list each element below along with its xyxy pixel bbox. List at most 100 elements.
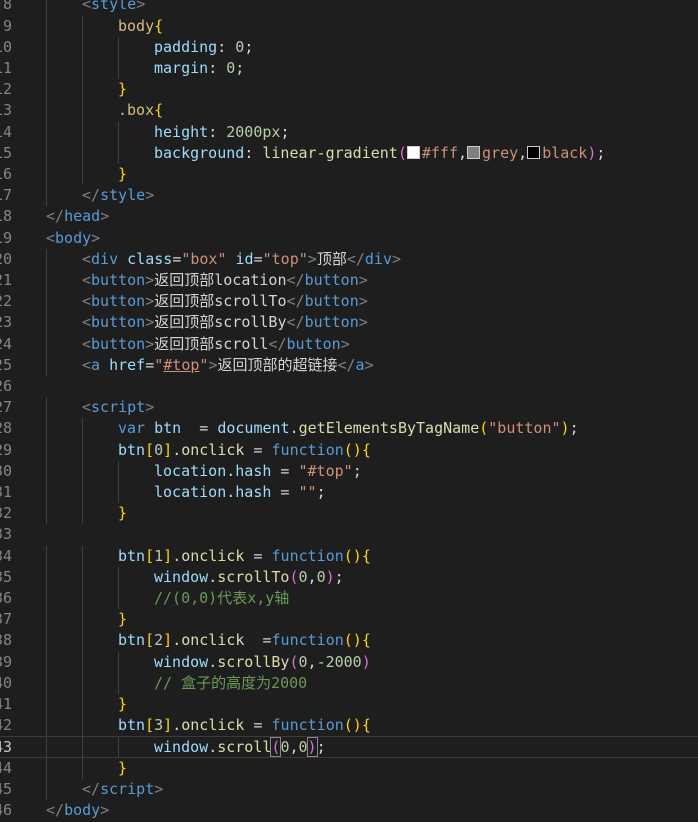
code-line[interactable]: 10 padding: 0; bbox=[0, 36, 698, 58]
code-line[interactable]: 42 btn[3].onclick = function(){ bbox=[0, 715, 698, 737]
code-line[interactable]: 45 </script> bbox=[0, 778, 698, 800]
code-token: linear-gradient bbox=[262, 143, 398, 162]
code-token: function bbox=[271, 546, 344, 565]
code-token: > bbox=[154, 779, 164, 798]
code-line[interactable]: 44} bbox=[0, 757, 698, 779]
code-token: > bbox=[145, 292, 155, 311]
indent-guide bbox=[46, 482, 47, 504]
code-token: < bbox=[82, 0, 92, 14]
code-line[interactable]: 26 bbox=[0, 376, 698, 397]
indent-guide bbox=[82, 545, 83, 567]
code-line[interactable]: 23<button>返回顶部scrollBy</button> bbox=[0, 312, 698, 334]
code-line[interactable]: 8 <style> bbox=[0, 0, 698, 16]
code-line[interactable]: 13 .box{ bbox=[0, 100, 698, 122]
code-line[interactable]: 29 btn[0].onclick = function(){ bbox=[0, 439, 698, 461]
code-line[interactable]: 25<a href="#top">返回顶部的超链接</a> bbox=[0, 354, 698, 376]
code-token: < bbox=[82, 334, 92, 353]
code-token: button bbox=[91, 334, 146, 353]
code-line[interactable]: 21<button>返回顶部location</button> bbox=[0, 270, 698, 292]
indent-guide bbox=[46, 333, 47, 355]
code-line[interactable]: 9 body{ bbox=[0, 15, 698, 37]
indent-guide bbox=[46, 757, 47, 779]
code-line[interactable]: 22<button>返回顶部scrollTo</button> bbox=[0, 291, 698, 313]
code-line[interactable]: 18 </head> bbox=[0, 206, 698, 227]
indent-guide bbox=[46, 397, 47, 419]
code-line[interactable]: 46 </body> bbox=[0, 800, 698, 821]
color-swatch-icon[interactable] bbox=[406, 145, 420, 159]
code-line[interactable]: 20<div class="box" id="top">顶部</div> bbox=[0, 248, 698, 270]
code-token: 返回顶部scrollBy bbox=[154, 313, 287, 332]
code-text: height: 2000px; bbox=[154, 122, 289, 143]
code-text: } bbox=[118, 79, 127, 100]
code-line[interactable]: 40 // 盒子的高度为2000 bbox=[0, 672, 698, 694]
code-line[interactable]: 24<button>返回顶部scroll</button> bbox=[0, 333, 698, 355]
code-text: <body> bbox=[46, 228, 100, 249]
code-line[interactable]: 12} bbox=[0, 79, 698, 101]
code-line[interactable]: 39 window.scrollBy(0,-2000) bbox=[0, 651, 698, 673]
code-line[interactable]: 11 margin: 0; bbox=[0, 58, 698, 80]
code-line[interactable]: 30 location.hash = "#top"; bbox=[0, 460, 698, 482]
code-token: id bbox=[235, 249, 254, 268]
code-line[interactable]: 34 btn[1].onclick = function(){ bbox=[0, 545, 698, 567]
code-token: 返回顶部scroll bbox=[154, 334, 269, 353]
code-token: ; bbox=[244, 37, 254, 56]
indent-guide bbox=[118, 672, 119, 694]
code-line[interactable]: 38 btn[2].onclick =function(){ bbox=[0, 630, 698, 652]
code-token: . bbox=[172, 716, 182, 735]
indent-guide bbox=[82, 164, 83, 186]
code-text: <div class="box" id="top">顶部</div> bbox=[82, 249, 401, 270]
code-line[interactable]: 28 var btn = document.getElementsByTagNam… bbox=[0, 418, 698, 440]
code-line[interactable]: 41} bbox=[0, 694, 698, 716]
indent-guide bbox=[46, 630, 47, 652]
code-line[interactable]: 37} bbox=[0, 609, 698, 631]
code-line[interactable]: 14 height: 2000px; bbox=[0, 121, 698, 143]
indent-guide bbox=[82, 58, 83, 80]
code-text: background: linear-gradient(#fff, grey, bl… bbox=[154, 143, 605, 164]
color-swatch-icon[interactable] bbox=[527, 145, 541, 159]
code-token: "#top" bbox=[298, 461, 353, 480]
code-line[interactable]: 27 <script> bbox=[0, 397, 698, 419]
code-token: location bbox=[154, 483, 227, 501]
code-token: </ bbox=[268, 334, 287, 353]
code-token: style bbox=[91, 0, 137, 14]
code-token: > bbox=[145, 186, 155, 205]
code-token: body bbox=[118, 16, 155, 35]
code-line[interactable]: 31 location.hash = ""; bbox=[0, 482, 698, 504]
code-token: } bbox=[118, 80, 128, 99]
code-line[interactable]: 35 window.scrollTo(0,0); bbox=[0, 566, 698, 588]
line-number: 19 bbox=[0, 228, 13, 247]
indent-guide bbox=[46, 58, 47, 80]
code-token: } bbox=[118, 695, 128, 713]
code-token: var bbox=[118, 419, 146, 438]
line-number: 10 bbox=[0, 37, 13, 56]
code-line[interactable]: 36 //(0,0)代表x,y轴 bbox=[0, 588, 698, 610]
code-token: button bbox=[304, 313, 359, 332]
line-number: 31 bbox=[0, 483, 13, 501]
code-token: function bbox=[271, 440, 344, 459]
code-line[interactable]: 15background: linear-gradient(#fff,grey,… bbox=[0, 142, 698, 164]
code-token: document bbox=[217, 419, 290, 438]
code-text: <button>返回顶部scrollTo</button> bbox=[82, 291, 368, 312]
code-line[interactable]: 16} bbox=[0, 164, 698, 186]
code-line[interactable]: 33 bbox=[0, 524, 698, 545]
code-text: <a href="#top">返回顶部的超链接</a> bbox=[82, 355, 374, 376]
code-token: , bbox=[518, 143, 528, 162]
code-text: window.scrollBy(0,-2000) bbox=[154, 652, 371, 673]
code-token: getElementsByTagName bbox=[298, 419, 480, 438]
code-line[interactable]: 32} bbox=[0, 503, 698, 525]
code-token: 3 bbox=[154, 716, 164, 735]
code-token: grey bbox=[482, 143, 519, 162]
code-token: 0 bbox=[298, 567, 308, 586]
code-line[interactable]: 17 </style> bbox=[0, 185, 698, 207]
indent-guide bbox=[82, 630, 83, 652]
code-line[interactable]: 19 <body> bbox=[0, 228, 698, 249]
code-editor[interactable]: 8<style>9body{10padding: 0;11margin: 0;1… bbox=[0, 0, 698, 822]
code-text: <style> bbox=[82, 0, 145, 16]
code-token: //(0,0)代表x,y轴 bbox=[154, 589, 290, 607]
code-line[interactable]: 43 window.scroll(0,0); bbox=[0, 736, 698, 758]
code-text: padding: 0; bbox=[154, 37, 253, 58]
color-swatch-icon[interactable] bbox=[467, 145, 481, 159]
code-text: </head> bbox=[46, 206, 109, 227]
code-token: = bbox=[172, 249, 182, 268]
